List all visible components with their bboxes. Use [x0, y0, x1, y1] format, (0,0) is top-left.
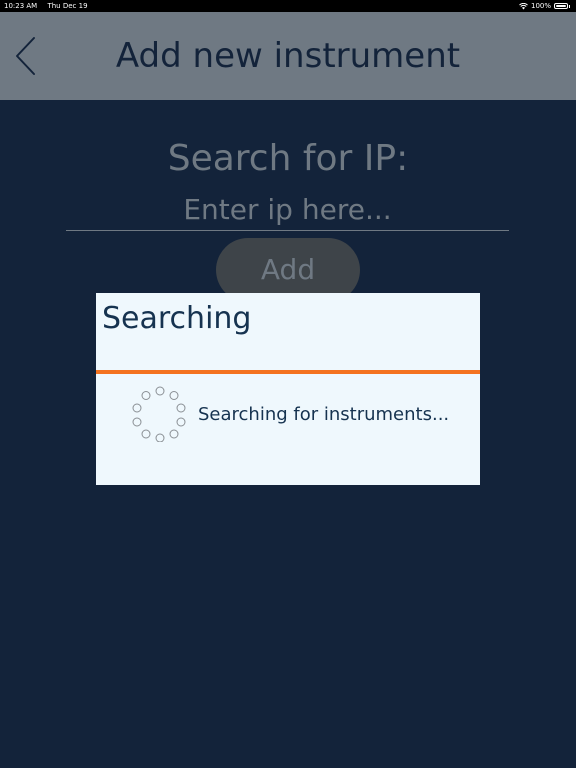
page-title: Add new instrument — [115, 36, 461, 76]
status-time: 10:23 AM — [4, 2, 38, 10]
battery-icon — [554, 3, 568, 9]
battery-percentage: 100% — [530, 2, 551, 10]
dialog-message: Searching for instruments... — [198, 404, 450, 425]
dialog-divider — [96, 370, 480, 374]
wifi-icon — [519, 2, 528, 9]
status-bar: 10:23 AM Thu Dec 19 100% — [0, 0, 576, 12]
status-left: 10:23 AM Thu Dec 19 — [4, 0, 88, 12]
ip-input[interactable] — [66, 188, 509, 231]
battery-cap — [569, 4, 570, 8]
search-ip-label: Search for IP: — [167, 138, 409, 179]
loading-spinner-icon — [132, 386, 186, 442]
nav-bar: Add new instrument — [0, 12, 576, 100]
status-date: Thu Dec 19 — [47, 2, 88, 10]
dialog-title: Searching — [102, 301, 252, 336]
status-right: 100% — [519, 0, 570, 12]
searching-dialog: Searching Searching for instruments... — [96, 293, 480, 485]
